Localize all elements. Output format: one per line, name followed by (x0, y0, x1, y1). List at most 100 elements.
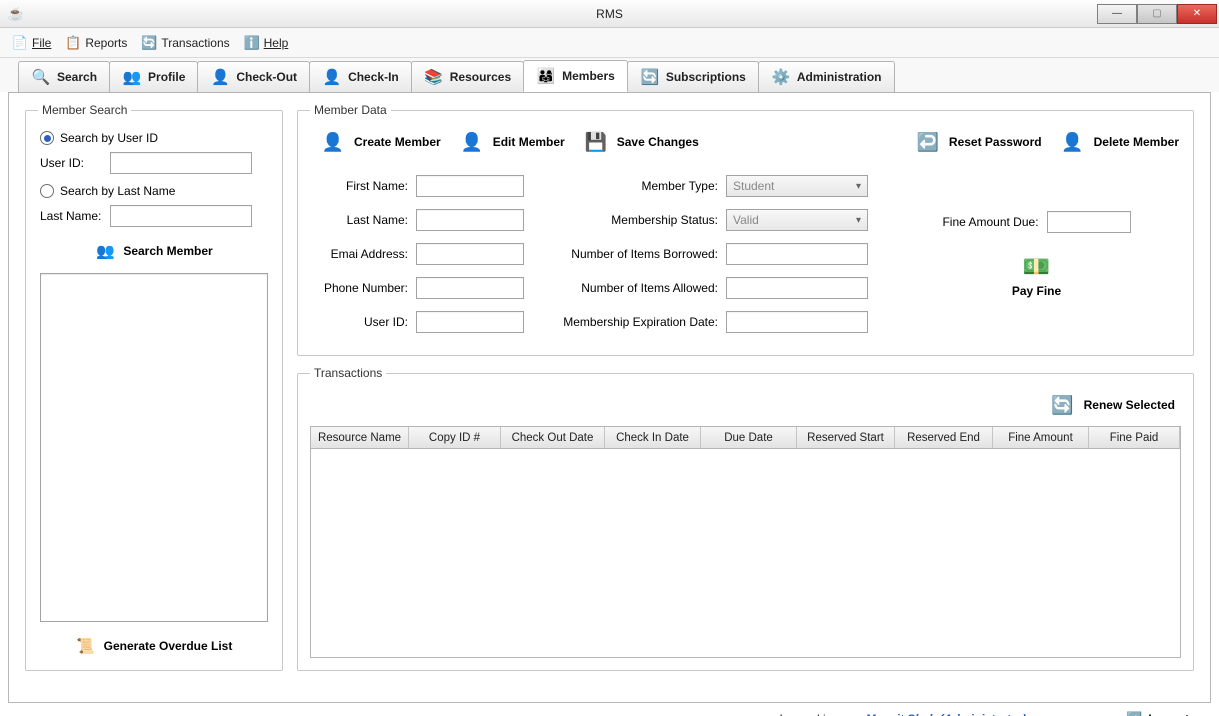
userid-label: User ID: (40, 156, 110, 170)
status-select[interactable]: Valid (726, 209, 868, 231)
status-value: Valid (733, 213, 759, 227)
radio-lastname-label: Search by Last Name (60, 184, 175, 198)
status-label: Membership Status: (538, 213, 718, 227)
window-minimize-button[interactable]: — (1097, 4, 1137, 24)
tab-resources-label: Resources (450, 70, 511, 84)
member-data-legend: Member Data (310, 103, 391, 117)
allowed-input[interactable] (726, 277, 868, 299)
create-member-icon: 👤 (320, 129, 346, 155)
titlebar: ☕ RMS — ▢ ✕ (0, 0, 1219, 28)
col-fine-paid[interactable]: Fine Paid (1089, 427, 1180, 448)
expiry-input[interactable] (726, 311, 868, 333)
radio-search-by-userid[interactable]: Search by User ID (40, 131, 270, 145)
member-search-legend: Member Search (38, 103, 131, 117)
firstname-input[interactable] (416, 175, 524, 197)
delete-member-label: Delete Member (1094, 135, 1179, 149)
delete-member-button[interactable]: 👤 Delete Member (1060, 129, 1179, 155)
phone-input[interactable] (416, 277, 524, 299)
resources-icon: 📚 (424, 67, 444, 87)
checkin-icon: 👤 (322, 67, 342, 87)
logged-in-user: Maanit Shah (Administrator) (866, 712, 1027, 716)
email-label: Emai Address: (316, 247, 408, 261)
tab-members[interactable]: 👨‍👩‍👧Members (523, 60, 628, 92)
userid-md-input[interactable] (416, 311, 524, 333)
tab-checkout[interactable]: 👤 Check-Out (197, 61, 310, 92)
tab-profile[interactable]: 👥 Profile (109, 61, 198, 92)
lastname-input[interactable] (416, 209, 524, 231)
generate-overdue-label: Generate Overdue List (104, 639, 233, 653)
tab-profile-label: Profile (148, 70, 185, 84)
create-member-button[interactable]: 👤 Create Member (320, 129, 441, 155)
col-copy-id[interactable]: Copy ID # (409, 427, 501, 448)
save-changes-label: Save Changes (617, 135, 699, 149)
radio-userid-indicator (40, 131, 54, 145)
tab-search[interactable]: 🔍Search (18, 61, 110, 92)
col-due-date[interactable]: Due Date (701, 427, 797, 448)
menu-help-label: Help (264, 36, 289, 50)
menu-transactions-label: Transactions (161, 36, 229, 50)
transactions-icon: 🔄 (141, 35, 157, 51)
radio-lastname-indicator (40, 184, 54, 198)
window-maximize-button[interactable]: ▢ (1137, 4, 1177, 24)
search-member-icon: 👥 (95, 241, 115, 261)
logout-button[interactable]: ➡️ Logout (1126, 711, 1189, 716)
edit-member-button[interactable]: 👤 Edit Member (459, 129, 565, 155)
member-type-value: Student (733, 179, 774, 193)
member-data-panel: Member Data 👤 Create Member 👤 Edit Membe… (297, 103, 1194, 356)
tab-subscriptions[interactable]: 🔄Subscriptions (627, 61, 759, 92)
expiry-label: Membership Expiration Date: (538, 315, 718, 329)
tabbar: 🔍Search 👥 Profile 👤 Check-Out 👤Check-In 📚 R… (0, 58, 1219, 92)
menu-help[interactable]: ℹ️ Help (244, 35, 289, 51)
search-member-button[interactable]: 👥 Search Member (38, 241, 270, 261)
userid-md-label: User ID: (316, 315, 408, 329)
save-changes-button[interactable]: 💾 Save Changes (583, 129, 699, 155)
profile-icon: 👥 (122, 67, 142, 87)
renew-selected-label: Renew Selected (1084, 398, 1175, 412)
members-icon: 👨‍👩‍👧 (536, 66, 556, 86)
create-member-label: Create Member (354, 135, 441, 149)
col-checkin-date[interactable]: Check In Date (605, 427, 701, 448)
reset-password-icon: ↩️ (915, 129, 941, 155)
col-fine-amount[interactable]: Fine Amount (993, 427, 1089, 448)
borrowed-input[interactable] (726, 243, 868, 265)
menu-file-label: File (32, 36, 51, 50)
overdue-icon: 📜 (76, 636, 96, 656)
tab-resources[interactable]: 📚 Resources (411, 61, 524, 92)
radio-search-by-lastname[interactable]: Search by Last Name (40, 184, 270, 198)
userid-input[interactable] (110, 152, 252, 174)
col-reserved-end[interactable]: Reserved End (895, 427, 993, 448)
col-reserved-start[interactable]: Reserved Start (797, 427, 895, 448)
lastname-search-input[interactable] (110, 205, 252, 227)
menu-reports[interactable]: 📋 Reports (65, 35, 127, 51)
generate-overdue-button[interactable]: 📜 Generate Overdue List (38, 632, 270, 658)
tab-subscriptions-label: Subscriptions (666, 70, 746, 84)
tab-checkin[interactable]: 👤Check-In (309, 61, 412, 92)
administration-icon: ⚙️ (771, 67, 791, 87)
menu-transactions[interactable]: 🔄 Transactions (141, 35, 229, 51)
fine-due-input[interactable] (1047, 211, 1131, 233)
member-type-select[interactable]: Student (726, 175, 868, 197)
tab-search-label: Search (57, 70, 97, 84)
tab-administration[interactable]: ⚙️Administration (758, 61, 895, 92)
cash-icon: 💵 (1007, 253, 1067, 281)
menubar: 📄 File 📋 Reports 🔄 Transactions ℹ️ Help (0, 28, 1219, 58)
logout-icon: ➡️ (1126, 711, 1142, 716)
transactions-table[interactable]: Resource Name Copy ID # Check Out Date C… (310, 426, 1181, 658)
logout-label: Logout (1148, 712, 1189, 716)
checkout-icon: 👤 (210, 67, 230, 87)
menu-file[interactable]: 📄 File (12, 35, 51, 51)
renew-selected-button[interactable]: 🔄 Renew Selected (1050, 392, 1175, 418)
window-close-button[interactable]: ✕ (1177, 4, 1217, 24)
transactions-panel: Transactions 🔄 Renew Selected Resource N… (297, 366, 1194, 671)
col-checkout-date[interactable]: Check Out Date (501, 427, 605, 448)
tab-checkout-label: Check-Out (236, 70, 297, 84)
search-results-list[interactable] (40, 273, 268, 622)
reset-password-button[interactable]: ↩️ Reset Password (915, 129, 1042, 155)
member-data-toolbar: 👤 Create Member 👤 Edit Member 💾 Save Cha… (310, 127, 1181, 165)
email-input[interactable] (416, 243, 524, 265)
pay-fine-button[interactable]: 💵 Pay Fine (1007, 253, 1067, 298)
col-resource-name[interactable]: Resource Name (311, 427, 409, 448)
lastname-search-label: Last Name: (40, 209, 110, 223)
edit-member-label: Edit Member (493, 135, 565, 149)
member-search-panel: Member Search Search by User ID User ID:… (25, 103, 283, 671)
